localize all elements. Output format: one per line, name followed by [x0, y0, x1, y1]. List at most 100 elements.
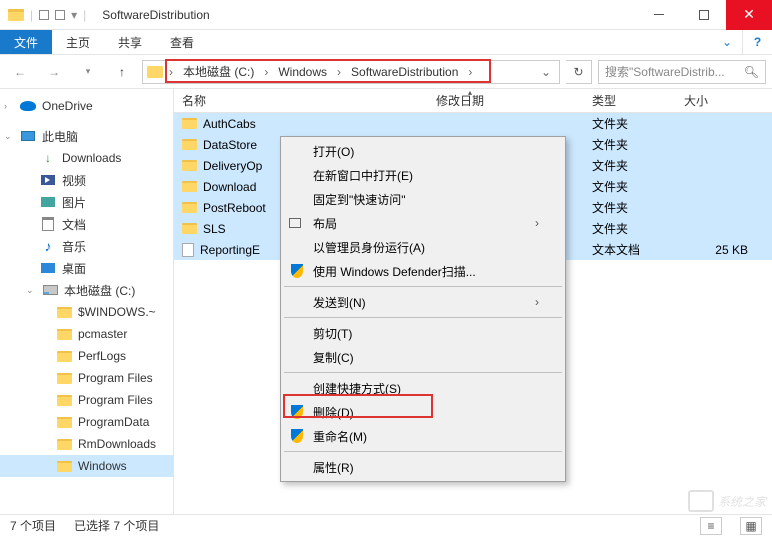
chevron-right-icon[interactable]: ›	[262, 65, 270, 79]
search-placeholder: 搜索"SoftwareDistrib...	[605, 63, 725, 80]
breadcrumb-segment[interactable]: Windows	[274, 65, 331, 79]
breadcrumb-icon	[147, 66, 163, 78]
address-dropdown-icon[interactable]: ⌄	[537, 65, 555, 79]
app-icon[interactable]	[8, 9, 24, 21]
nav-folder[interactable]: Windows	[0, 455, 173, 477]
file-type: 文件夹	[592, 157, 628, 174]
nav-folder[interactable]: RmDownloads	[0, 433, 173, 455]
watermark: 系统之家	[688, 490, 766, 512]
close-button[interactable]: ✕	[726, 0, 772, 30]
tab-home[interactable]: 主页	[52, 30, 104, 54]
titlebar: | ▾ | SoftwareDistribution ✕	[0, 0, 772, 30]
address-bar[interactable]: › 本地磁盘 (C:) › Windows › SoftwareDistribu…	[142, 60, 560, 84]
ctx-cut[interactable]: 剪切(T)	[283, 321, 563, 345]
ctx-rename[interactable]: 重命名(M)	[283, 424, 563, 448]
ctx-defender-scan[interactable]: 使用 Windows Defender扫描...	[283, 259, 563, 283]
separator	[284, 317, 562, 318]
icons-view-button[interactable]: ▦	[740, 517, 762, 535]
search-box[interactable]: 搜索"SoftwareDistrib... 🔍︎	[598, 60, 766, 84]
nav-downloads[interactable]: ↓Downloads	[0, 147, 173, 169]
back-button[interactable]: ←	[6, 60, 34, 84]
nav-this-pc[interactable]: ⌄此电脑	[0, 125, 173, 147]
chevron-right-icon[interactable]: ›	[335, 65, 343, 79]
column-modified[interactable]: 修改日期	[428, 92, 584, 109]
nav-label: PerfLogs	[78, 349, 126, 363]
window-controls: ✕	[636, 0, 772, 30]
breadcrumb-segment[interactable]: 本地磁盘 (C:)	[179, 63, 258, 80]
up-button[interactable]: ↑	[108, 60, 136, 84]
history-dropdown[interactable]: ▾	[74, 60, 102, 84]
nav-folder[interactable]: Program Files	[0, 389, 173, 411]
tab-view[interactable]: 查看	[156, 30, 208, 54]
nav-videos[interactable]: 视频	[0, 169, 173, 191]
minimize-button[interactable]	[636, 0, 681, 30]
quick-access-toolbar: | ▾ |	[0, 8, 94, 22]
status-bar: 7 个项目 已选择 7 个项目 ≡ ▦	[0, 514, 772, 536]
nav-pictures[interactable]: 图片	[0, 191, 173, 213]
context-menu: 打开(O) 在新窗口中打开(E) 固定到"快速访问" 布局› 以管理员身份运行(…	[280, 136, 566, 482]
nav-music[interactable]: ♪音乐	[0, 235, 173, 257]
ctx-create-shortcut[interactable]: 创建快捷方式(S)	[283, 376, 563, 400]
status-count: 7 个项目	[10, 517, 56, 534]
nav-label: Windows	[78, 459, 127, 473]
nav-label: 音乐	[62, 238, 86, 255]
file-type: 文件夹	[592, 199, 628, 216]
file-row[interactable]: AuthCabs文件夹	[174, 113, 772, 134]
address-bar-row: ← → ▾ ↑ › 本地磁盘 (C:) › Windows › Software…	[0, 55, 772, 89]
nav-local-disk[interactable]: ⌄本地磁盘 (C:)	[0, 279, 173, 301]
ctx-copy[interactable]: 复制(C)	[283, 345, 563, 369]
shield-icon	[289, 404, 305, 420]
details-view-button[interactable]: ≡	[700, 517, 722, 535]
nav-folder[interactable]: ProgramData	[0, 411, 173, 433]
ctx-layout[interactable]: 布局›	[283, 211, 563, 235]
forward-button[interactable]: →	[40, 60, 68, 84]
ctx-pin-quick-access[interactable]: 固定到"快速访问"	[283, 187, 563, 211]
nav-folder[interactable]: $WINDOWS.~	[0, 301, 173, 323]
nav-label: Program Files	[78, 371, 153, 385]
file-name: Download	[203, 180, 256, 194]
tab-share[interactable]: 共享	[104, 30, 156, 54]
ribbon-expand-icon[interactable]: ⌄	[712, 30, 742, 54]
nav-folder[interactable]: pcmaster	[0, 323, 173, 345]
refresh-button[interactable]: ↻	[566, 60, 592, 84]
ctx-open-new-window[interactable]: 在新窗口中打开(E)	[283, 163, 563, 187]
nav-folder[interactable]: PerfLogs	[0, 345, 173, 367]
nav-folder[interactable]: Program Files	[0, 367, 173, 389]
nav-label: Program Files	[78, 393, 153, 407]
ctx-delete[interactable]: 删除(D)	[283, 400, 563, 424]
watermark-text: 系统之家	[718, 493, 766, 510]
ctx-send-to[interactable]: 发送到(N)›	[283, 290, 563, 314]
file-name: PostReboot	[203, 201, 266, 215]
maximize-button[interactable]	[681, 0, 726, 30]
breadcrumb-segment[interactable]: SoftwareDistribution	[347, 65, 462, 79]
file-type: 文件夹	[592, 136, 628, 153]
nav-documents[interactable]: 文档	[0, 213, 173, 235]
separator	[284, 451, 562, 452]
submenu-arrow-icon: ›	[535, 295, 539, 309]
file-name: SLS	[203, 222, 226, 236]
nav-desktop[interactable]: 桌面	[0, 257, 173, 279]
nav-label: ProgramData	[78, 415, 149, 429]
column-name[interactable]: 名称	[174, 92, 428, 109]
nav-onedrive[interactable]: ›OneDrive	[0, 95, 173, 117]
layout-icon	[289, 218, 301, 228]
ctx-open[interactable]: 打开(O)	[283, 139, 563, 163]
file-name: AuthCabs	[203, 117, 256, 131]
nav-label: pcmaster	[78, 327, 127, 341]
nav-label: 此电脑	[42, 128, 78, 145]
sort-indicator-icon: ▴	[468, 88, 472, 97]
ctx-run-as-admin[interactable]: 以管理员身份运行(A)	[283, 235, 563, 259]
qat-item-1[interactable]	[39, 10, 49, 20]
column-type[interactable]: 类型	[584, 92, 676, 109]
qat-item-2[interactable]	[55, 10, 65, 20]
chevron-right-icon[interactable]: ›	[167, 65, 175, 79]
watermark-logo-icon	[688, 490, 714, 512]
column-size[interactable]: 大小	[676, 92, 756, 109]
qat-dropdown-icon[interactable]: ▾	[71, 8, 77, 22]
chevron-right-icon[interactable]: ›	[466, 65, 474, 79]
help-button[interactable]: ?	[742, 30, 772, 54]
ctx-properties[interactable]: 属性(R)	[283, 455, 563, 479]
file-tab[interactable]: 文件	[0, 30, 52, 54]
file-name: ReportingE	[200, 243, 260, 257]
nav-label: $WINDOWS.~	[78, 305, 156, 319]
